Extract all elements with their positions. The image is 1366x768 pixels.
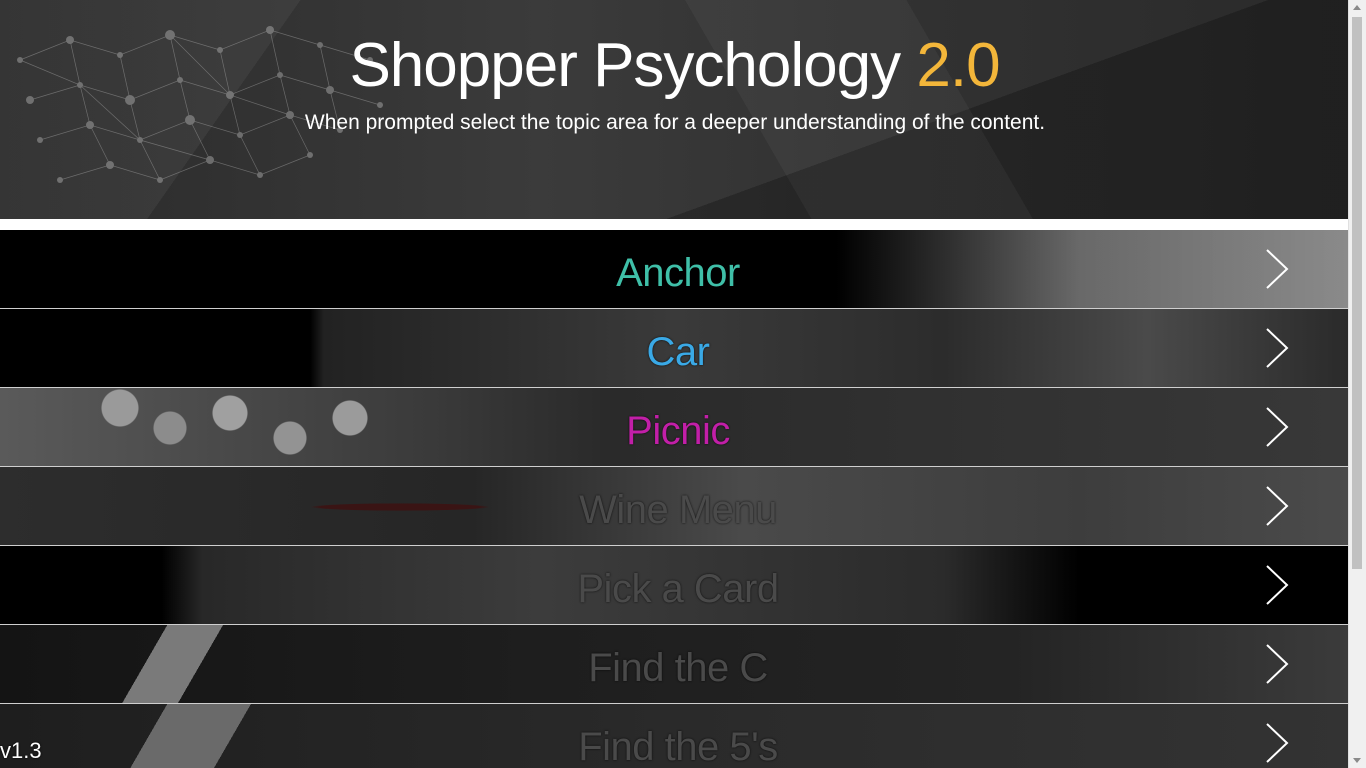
menu-item-picnic[interactable]: Picnic	[0, 388, 1349, 467]
chevron-right-icon	[1266, 407, 1289, 447]
menu-item-label: Find the 5's	[578, 725, 778, 768]
chevron-right-icon	[1266, 565, 1289, 605]
chevron-right-icon	[1266, 644, 1289, 684]
chevron-right-icon	[1266, 249, 1289, 289]
menu-item-label: Anchor	[616, 251, 740, 295]
menu-item-wine-menu[interactable]: Wine Menu	[0, 467, 1349, 546]
app-page: Shopper Psychology 2.0 When prompted sel…	[0, 0, 1349, 768]
title-text: Shopper Psychology	[349, 31, 901, 100]
vertical-scrollbar[interactable]	[1348, 0, 1366, 768]
chevron-right-icon	[1266, 328, 1289, 368]
scrollbar-thumb[interactable]	[1352, 17, 1362, 569]
menu-item-label: Wine Menu	[579, 488, 777, 532]
title-version: 2.0	[916, 31, 1000, 100]
menu-item-car[interactable]: Car	[0, 309, 1349, 388]
scroll-down-arrow-icon[interactable]	[1353, 758, 1361, 763]
menu-item-find-the-5s[interactable]: Find the 5's	[0, 704, 1349, 768]
menu-item-pick-a-card[interactable]: Pick a Card	[0, 546, 1349, 625]
topic-menu: Anchor Car Picnic Wine Menu Pick a Card …	[0, 230, 1349, 768]
header-banner: Shopper Psychology 2.0 When prompted sel…	[0, 0, 1349, 219]
menu-item-find-the-c[interactable]: Find the C	[0, 625, 1349, 704]
chevron-right-icon	[1266, 486, 1289, 526]
menu-item-anchor[interactable]: Anchor	[0, 230, 1349, 309]
scroll-up-arrow-icon[interactable]	[1353, 5, 1361, 10]
menu-item-label: Pick a Card	[577, 567, 779, 611]
page-subtitle: When prompted select the topic area for …	[304, 111, 1046, 134]
header-divider	[0, 219, 1349, 230]
page-title: Shopper Psychology 2.0	[0, 30, 1349, 101]
menu-item-label: Find the C	[588, 646, 768, 690]
app-version: v1.3	[0, 738, 42, 763]
chevron-right-icon	[1266, 723, 1289, 763]
menu-item-label: Picnic	[626, 409, 730, 453]
menu-item-label: Car	[646, 330, 710, 374]
